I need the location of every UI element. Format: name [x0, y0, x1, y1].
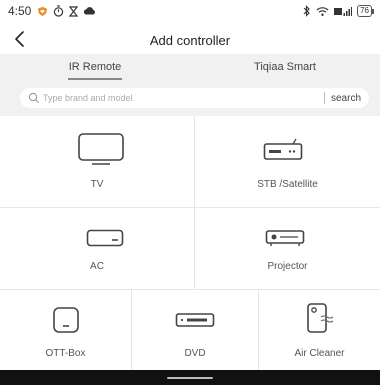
device-ott-box[interactable]: OTT-Box — [0, 290, 131, 370]
cloud-icon — [84, 7, 96, 15]
ott-box-icon — [53, 307, 79, 333]
signal-icon — [334, 6, 353, 16]
system-nav-bar — [0, 370, 380, 385]
device-label: Projector — [267, 261, 308, 272]
projector-icon — [265, 230, 305, 246]
search-input[interactable] — [43, 93, 324, 103]
search-bar: search — [20, 88, 369, 108]
device-stb-satellite[interactable]: STB /Satellite — [195, 116, 380, 207]
tab-tiqiaa-smart[interactable]: Tiqiaa Smart — [190, 54, 380, 80]
device-tv[interactable]: TV — [0, 116, 194, 207]
chevron-left-icon[interactable] — [10, 28, 32, 50]
device-air-cleaner[interactable]: Air Cleaner — [259, 290, 380, 370]
page-title: Add controller — [149, 32, 231, 48]
device-label: OTT-Box — [45, 348, 86, 359]
device-label: Air Cleaner — [294, 348, 345, 359]
hourglass-icon — [69, 5, 79, 17]
search-button[interactable]: search — [331, 93, 361, 104]
wifi-icon — [316, 6, 329, 16]
timer-icon — [54, 5, 64, 17]
title-bar: Add controller — [0, 26, 380, 54]
search-divider — [323, 92, 325, 104]
device-dvd[interactable]: DVD — [132, 290, 258, 370]
battery-icon: 76 — [357, 5, 374, 17]
tab-bar: IR Remote Tiqiaa Smart — [0, 54, 380, 80]
tv-icon — [78, 133, 124, 165]
home-indicator[interactable] — [167, 377, 213, 379]
device-label: AC — [90, 261, 104, 272]
air-purifier-icon — [307, 303, 334, 333]
shield-heart-icon — [38, 6, 48, 16]
tab-ir-remote[interactable]: IR Remote — [0, 54, 190, 80]
set-top-box-icon — [263, 138, 303, 160]
device-label: TV — [90, 179, 104, 190]
device-label: STB /Satellite — [257, 179, 318, 190]
device-projector[interactable]: Projector — [195, 208, 380, 289]
status-bar: 4:50 76 — [0, 0, 380, 22]
status-time: 4:50 — [8, 4, 32, 18]
air-conditioner-icon — [86, 229, 124, 247]
device-label: DVD — [184, 348, 206, 359]
bluetooth-icon — [303, 5, 310, 17]
search-icon — [28, 92, 39, 103]
dvd-player-icon — [175, 313, 215, 327]
device-ac[interactable]: AC — [0, 208, 194, 289]
device-grid: TV STB /Satellite AC Projector OTT-Box D… — [0, 116, 380, 370]
